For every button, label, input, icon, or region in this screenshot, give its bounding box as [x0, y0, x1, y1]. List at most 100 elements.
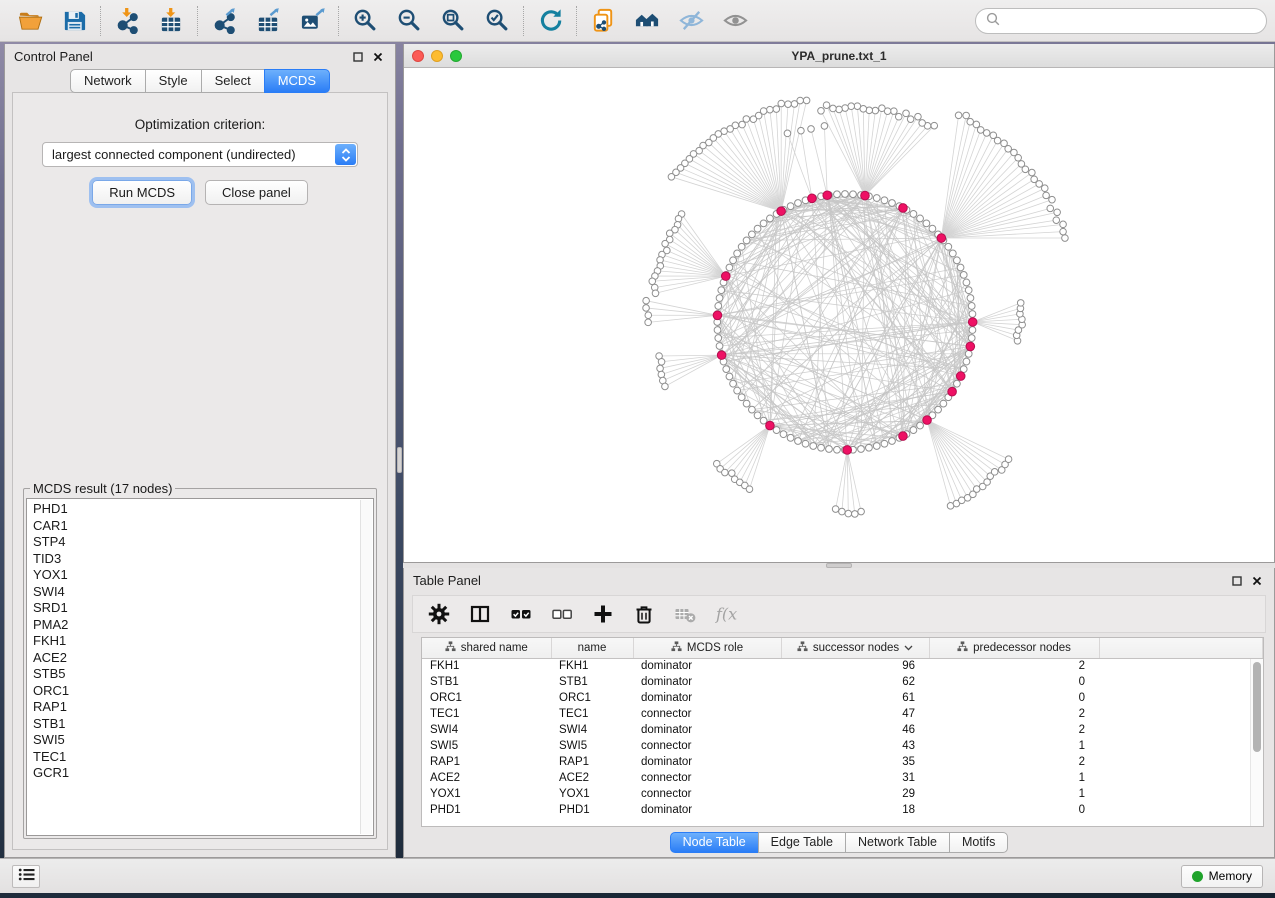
cell-predecessor-nodes[interactable]: 1: [929, 786, 1099, 802]
close-panel-button[interactable]: Close panel: [205, 180, 308, 205]
horizontal-splitter[interactable]: [403, 563, 1275, 568]
cell-successor-nodes[interactable]: 61: [781, 690, 929, 706]
first-neighbors-icon[interactable]: [625, 3, 669, 39]
mcds-result-item[interactable]: STB5: [33, 666, 373, 683]
cell-predecessor-nodes[interactable]: 2: [929, 722, 1099, 738]
column-header-shared-name[interactable]: shared name: [422, 638, 551, 658]
cell-shared-name[interactable]: PHD1: [422, 802, 551, 818]
float-panel-icon[interactable]: [1229, 573, 1245, 589]
mcds-result-item[interactable]: GCR1: [33, 765, 373, 782]
save-session-icon[interactable]: [52, 3, 96, 39]
mcds-result-item[interactable]: PMA2: [33, 617, 373, 634]
export-network-icon[interactable]: [202, 3, 246, 39]
mcds-result-item[interactable]: SRD1: [33, 600, 373, 617]
export-table-icon[interactable]: [246, 3, 290, 39]
table-row[interactable]: ACE2ACE2connector311: [422, 770, 1263, 786]
close-panel-icon[interactable]: [370, 49, 386, 65]
cell-name[interactable]: PHD1: [551, 802, 633, 818]
cell-successor-nodes[interactable]: 43: [781, 738, 929, 754]
scrollbar-thumb[interactable]: [1253, 662, 1261, 752]
cell-shared-name[interactable]: FKH1: [422, 658, 551, 674]
cell-shared-name[interactable]: SWI5: [422, 738, 551, 754]
float-panel-icon[interactable]: [350, 49, 366, 65]
column-header-predecessor-nodes[interactable]: predecessor nodes: [929, 638, 1099, 658]
cell-shared-name[interactable]: YOX1: [422, 786, 551, 802]
mcds-result-item[interactable]: TID3: [33, 551, 373, 568]
search-input[interactable]: [1006, 14, 1256, 28]
cell-successor-nodes[interactable]: 47: [781, 706, 929, 722]
table-options-gear-icon[interactable]: [427, 602, 451, 626]
splitter-handle[interactable]: [826, 563, 852, 568]
table-row[interactable]: FKH1FKH1dominator962: [422, 658, 1263, 674]
tab-network[interactable]: Network: [70, 69, 146, 93]
cell-successor-nodes[interactable]: 31: [781, 770, 929, 786]
mcds-result-list[interactable]: PHD1CAR1STP4TID3YOX1SWI4SRD1PMA2FKH1ACE2…: [26, 498, 374, 836]
column-header-MCDS-role[interactable]: MCDS role: [633, 638, 781, 658]
table-row[interactable]: RAP1RAP1dominator352: [422, 754, 1263, 770]
cell-successor-nodes[interactable]: 29: [781, 786, 929, 802]
table-row[interactable]: SWI5SWI5connector431: [422, 738, 1263, 754]
cell-predecessor-nodes[interactable]: 0: [929, 802, 1099, 818]
tab-node-table[interactable]: Node Table: [670, 832, 759, 853]
cell-shared-name[interactable]: ORC1: [422, 690, 551, 706]
mcds-result-item[interactable]: TEC1: [33, 749, 373, 766]
mcds-result-item[interactable]: ORC1: [33, 683, 373, 700]
mcds-result-item[interactable]: SWI4: [33, 584, 373, 601]
cell-predecessor-nodes[interactable]: 2: [929, 754, 1099, 770]
table-row[interactable]: TEC1TEC1connector472: [422, 706, 1263, 722]
cell-mcds-role[interactable]: dominator: [633, 658, 781, 674]
column-header-successor-nodes[interactable]: successor nodes: [781, 638, 929, 658]
zoom-out-icon[interactable]: [387, 3, 431, 39]
tab-edge-table[interactable]: Edge Table: [758, 832, 846, 853]
vertical-splitter[interactable]: [396, 44, 403, 858]
tab-select[interactable]: Select: [201, 69, 265, 93]
cell-mcds-role[interactable]: connector: [633, 786, 781, 802]
export-image-icon[interactable]: [290, 3, 334, 39]
cell-predecessor-nodes[interactable]: 1: [929, 738, 1099, 754]
mcds-result-item[interactable]: FKH1: [33, 633, 373, 650]
table-row[interactable]: STB1STB1dominator620: [422, 674, 1263, 690]
tab-mcds[interactable]: MCDS: [264, 69, 330, 93]
cell-mcds-role[interactable]: dominator: [633, 722, 781, 738]
tab-style[interactable]: Style: [145, 69, 202, 93]
cell-shared-name[interactable]: RAP1: [422, 754, 551, 770]
select-all-checks-icon[interactable]: [509, 602, 533, 626]
zoom-in-icon[interactable]: [343, 3, 387, 39]
cell-mcds-role[interactable]: connector: [633, 738, 781, 754]
cell-predecessor-nodes[interactable]: 2: [929, 658, 1099, 674]
cell-predecessor-nodes[interactable]: 2: [929, 706, 1099, 722]
table-scrollbar[interactable]: [1250, 659, 1263, 826]
import-table-icon[interactable]: [149, 3, 193, 39]
duplicate-network-icon[interactable]: [581, 3, 625, 39]
cell-mcds-role[interactable]: dominator: [633, 802, 781, 818]
mcds-result-item[interactable]: ACE2: [33, 650, 373, 667]
mcds-result-item[interactable]: SWI5: [33, 732, 373, 749]
cell-successor-nodes[interactable]: 18: [781, 802, 929, 818]
run-mcds-button[interactable]: Run MCDS: [92, 180, 192, 205]
cell-shared-name[interactable]: TEC1: [422, 706, 551, 722]
search-box[interactable]: [975, 8, 1267, 34]
unselect-all-checks-icon[interactable]: [550, 602, 574, 626]
cell-name[interactable]: SWI4: [551, 722, 633, 738]
add-column-icon[interactable]: [591, 602, 615, 626]
show-all-icon[interactable]: [713, 3, 757, 39]
table-row[interactable]: YOX1YOX1connector291: [422, 786, 1263, 802]
show-columns-icon[interactable]: [468, 602, 492, 626]
cell-name[interactable]: YOX1: [551, 786, 633, 802]
cell-successor-nodes[interactable]: 35: [781, 754, 929, 770]
splitter-handle[interactable]: [397, 447, 402, 473]
cell-name[interactable]: ORC1: [551, 690, 633, 706]
mcds-result-item[interactable]: YOX1: [33, 567, 373, 584]
open-folder-icon[interactable]: [8, 3, 52, 39]
task-history-button[interactable]: [12, 865, 40, 888]
zoom-fit-icon[interactable]: [431, 3, 475, 39]
table-row[interactable]: SWI4SWI4dominator462: [422, 722, 1263, 738]
zoom-selected-icon[interactable]: [475, 3, 519, 39]
mcds-result-item[interactable]: PHD1: [33, 501, 373, 518]
cell-mcds-role[interactable]: dominator: [633, 674, 781, 690]
import-network-icon[interactable]: [105, 3, 149, 39]
cell-name[interactable]: SWI5: [551, 738, 633, 754]
memory-button[interactable]: Memory: [1181, 865, 1263, 888]
tab-network-table[interactable]: Network Table: [845, 832, 950, 853]
cell-successor-nodes[interactable]: 62: [781, 674, 929, 690]
